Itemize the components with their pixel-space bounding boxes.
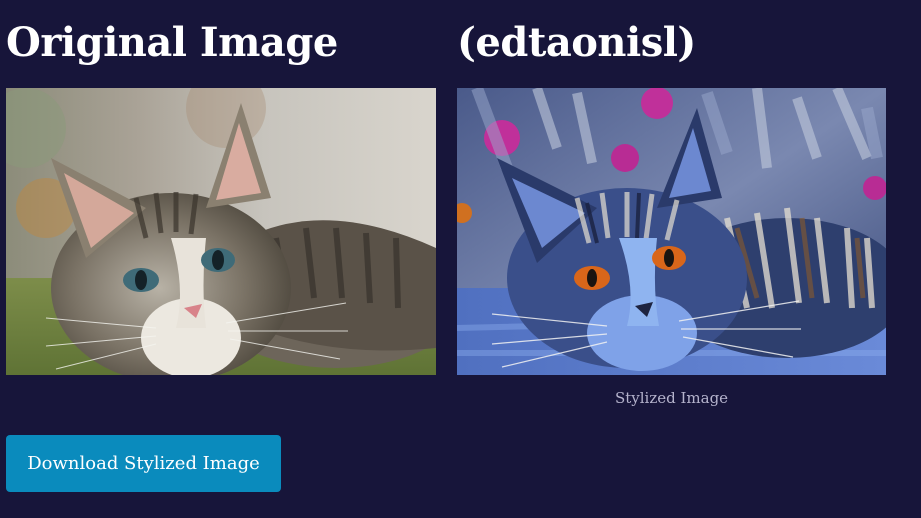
original-image — [6, 88, 436, 375]
stylized-kitten-image — [457, 88, 886, 375]
stylized-image-heading: (edtaonisl) — [457, 19, 696, 66]
stylized-image-caption: Stylized Image — [614, 389, 729, 407]
download-stylized-image-button[interactable]: Download Stylized Image — [6, 435, 281, 492]
original-image-heading: Original Image — [6, 19, 338, 66]
stylized-image — [457, 88, 886, 375]
original-kitten-photo — [6, 88, 436, 375]
